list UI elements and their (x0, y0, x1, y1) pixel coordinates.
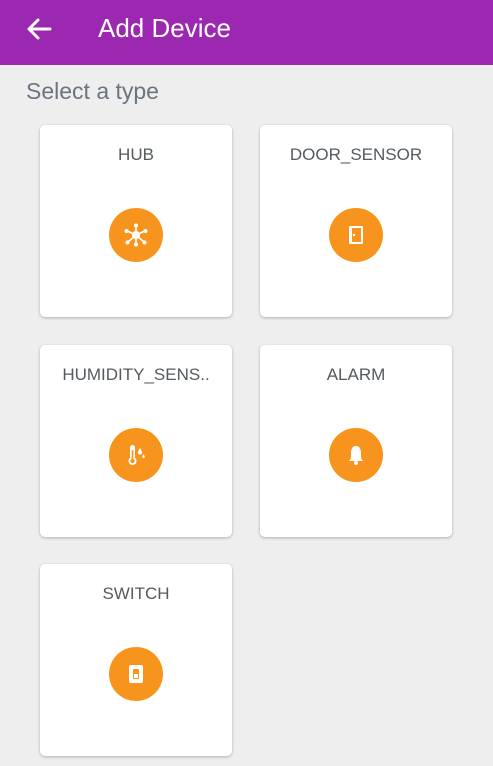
device-type-label: HUB (118, 145, 154, 164)
device-type-badge (109, 647, 163, 701)
device-type-badge (109, 208, 163, 262)
device-type-label: ALARM (326, 365, 386, 384)
device-type-label: DOOR_SENSOR (289, 145, 423, 164)
app-bar: Add Device (0, 0, 493, 65)
door-icon (349, 226, 363, 244)
page-title: Add Device (98, 13, 231, 43)
device-type-card-door-sensor[interactable]: DOOR_SENSOR (260, 125, 452, 317)
device-type-label: SWITCH (102, 584, 170, 603)
bell-icon (349, 446, 363, 465)
device-type-badge (109, 428, 163, 482)
back-button[interactable] (24, 14, 54, 44)
light-switch-icon (129, 665, 143, 683)
section-subtitle: Select a type (26, 78, 159, 104)
thermometer-humidity-icon (128, 445, 145, 465)
device-type-badge (329, 428, 383, 482)
device-type-card-switch[interactable]: SWITCH (40, 564, 232, 756)
device-type-card-hub[interactable]: HUB (40, 125, 232, 317)
device-type-card-humidity-sensor[interactable]: HUMIDITY_SENS.. (40, 345, 232, 537)
arrow-left-icon (27, 18, 52, 40)
device-type-card-alarm[interactable]: ALARM (260, 345, 452, 537)
device-type-badge (329, 208, 383, 262)
device-type-label: HUMIDITY_SENS.. (62, 365, 210, 384)
hub-network-icon (124, 223, 148, 247)
